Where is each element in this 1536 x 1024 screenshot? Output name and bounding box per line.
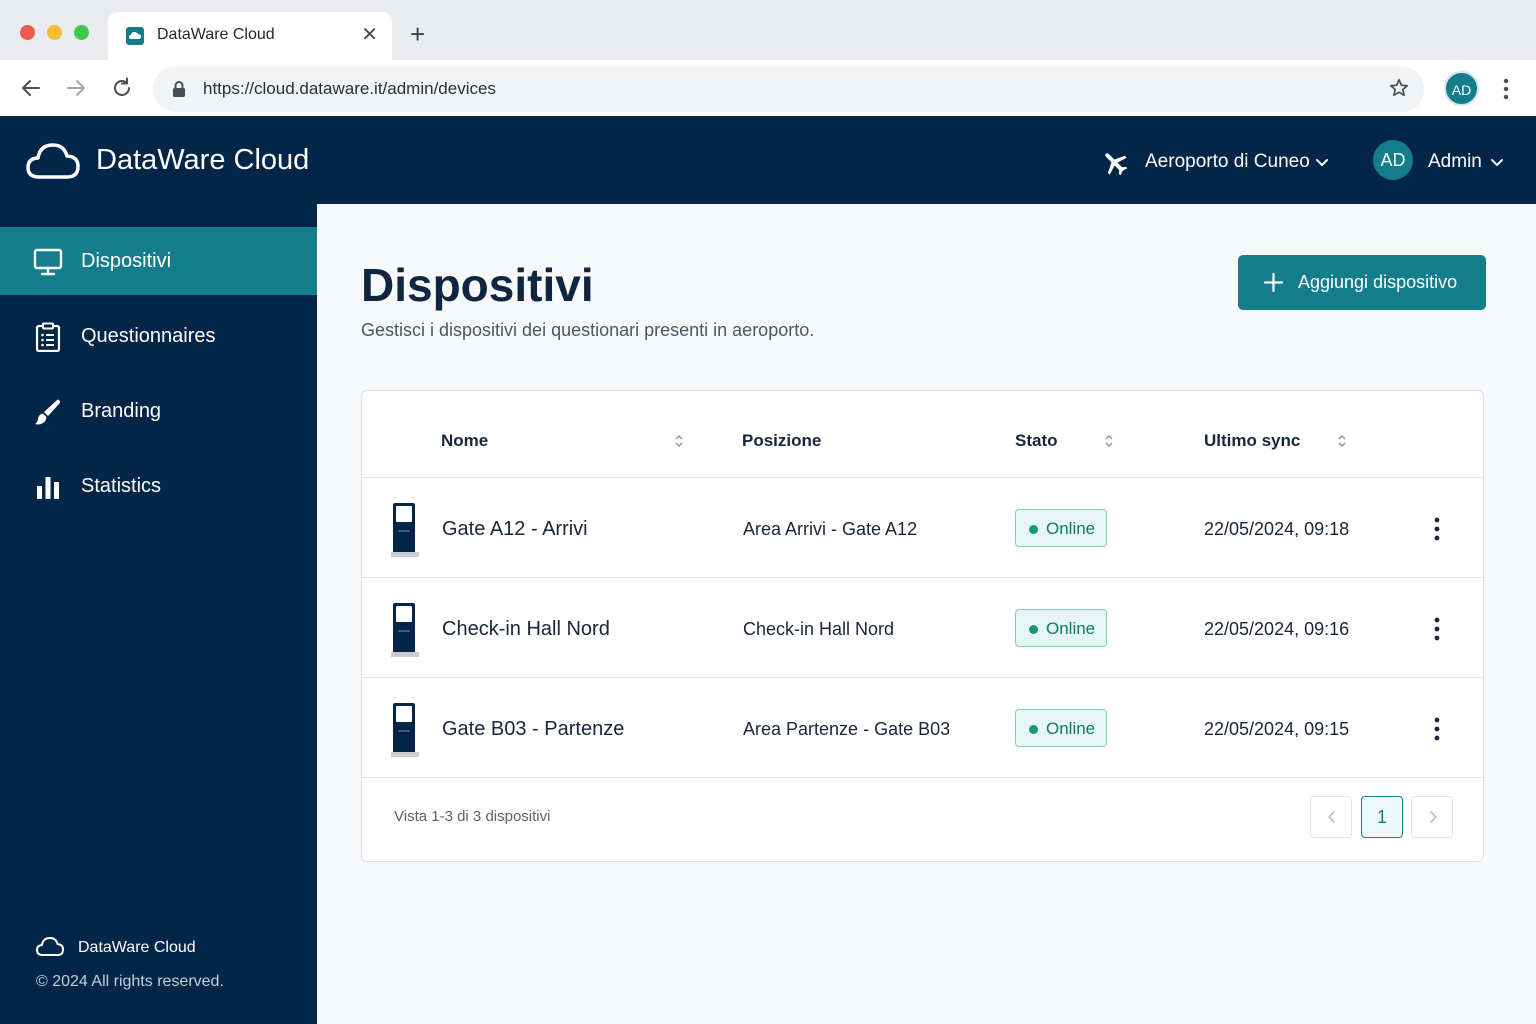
app-name: DataWare Cloud (96, 144, 310, 176)
kiosk-icon (391, 603, 419, 657)
main-content: Dispositivi Gestisci i dispositivi dei q… (317, 204, 1536, 1024)
footer-app-name: DataWare Cloud (78, 939, 196, 956)
reload-icon[interactable] (110, 76, 134, 100)
tab-title: DataWare Cloud (157, 26, 275, 43)
dataware-favicon-icon (126, 27, 144, 45)
sort-icon[interactable] (1337, 433, 1347, 449)
status-label: Online (1046, 719, 1096, 738)
device-name: Gate A12 - Arrivi (442, 518, 588, 540)
device-name: Gate B03 - Partenze (442, 718, 625, 740)
chevron-down-icon (1316, 159, 1328, 166)
sort-icon[interactable] (674, 433, 684, 449)
pagination-summary: Vista 1-3 di 3 dispositivi (394, 808, 551, 825)
status-dot (1029, 725, 1038, 734)
table-row[interactable]: Gate B03 - Partenze Area Partenze - Gate… (362, 678, 1483, 778)
kiosk-icon (391, 703, 419, 757)
status-label: Online (1046, 519, 1096, 538)
url-text: https://cloud.dataware.it/admin/devices (203, 79, 496, 98)
airport-name: Aeroporto di Cuneo (1145, 151, 1310, 172)
chevron-right-icon (1430, 811, 1437, 823)
previous-page-button[interactable] (1310, 796, 1352, 838)
sidebar-item-label: Statistics (81, 475, 162, 497)
address-bar[interactable]: https://cloud.dataware.it/admin/devices (153, 66, 1424, 112)
window-minimize-button[interactable] (47, 25, 62, 40)
device-name: Check-in Hall Nord (442, 618, 610, 640)
status-dot (1029, 625, 1038, 634)
bar-chart-icon (37, 477, 59, 499)
chevron-left-icon (1328, 811, 1335, 823)
bookmark-star-icon[interactable] (1388, 77, 1410, 99)
device-position: Check-in Hall Nord (743, 619, 895, 639)
window-maximize-button[interactable] (74, 25, 89, 40)
cloud-logo-icon (36, 937, 64, 956)
device-position: Area Arrivi - Gate A12 (743, 519, 918, 539)
status-badge: Online (1015, 509, 1107, 547)
status-label: Online (1046, 619, 1096, 638)
browser-tab[interactable]: DataWare Cloud ✕ (108, 12, 392, 60)
add-device-label: Aggiungi dispositivo (1298, 272, 1458, 292)
device-position: Area Partenze - Gate B03 (743, 719, 951, 739)
page-title: Dispositivi (361, 259, 594, 311)
sidebar-item-statistics[interactable]: Statistics (0, 452, 317, 520)
row-actions-icon[interactable] (1429, 716, 1445, 742)
device-last-sync: 22/05/2024, 09:18 (1204, 519, 1350, 539)
device-last-sync: 22/05/2024, 09:15 (1204, 719, 1350, 739)
sidebar-item-label: Questionnaires (81, 325, 216, 347)
sidebar-item-label: Dispositivi (81, 250, 172, 272)
monitor-icon (33, 248, 63, 276)
column-header-stato[interactable]: Stato (1015, 431, 1058, 451)
sidebar-item-branding[interactable]: Branding (0, 377, 317, 445)
page-number-button[interactable]: 1 (1361, 796, 1403, 838)
row-actions-icon[interactable] (1429, 516, 1445, 542)
user-avatar[interactable]: AD (1373, 140, 1413, 180)
cloud-logo-icon (26, 143, 80, 179)
lock-icon (173, 81, 185, 97)
app-header: DataWare Cloud Aeroporto di Cuneo AD Adm… (0, 116, 1536, 204)
plus-icon (1264, 273, 1283, 292)
sidebar-item-dispositivi[interactable]: Dispositivi (0, 227, 317, 295)
forward-arrow-icon[interactable] (64, 76, 88, 100)
browser-profile-avatar[interactable]: AD (1444, 71, 1479, 106)
browser-tab-bar: DataWare Cloud ✕ + (0, 0, 1536, 60)
brush-icon (35, 399, 60, 425)
sort-icon[interactable] (1104, 433, 1114, 449)
sidebar: Dispositivi Questionnaires Branding Stat… (0, 204, 317, 1024)
browser-toolbar: https://cloud.dataware.it/admin/devices … (0, 60, 1536, 116)
status-dot (1029, 525, 1038, 534)
sidebar-item-questionnaires[interactable]: Questionnaires (0, 302, 317, 370)
sidebar-item-label: Branding (81, 400, 162, 422)
row-actions-icon[interactable] (1429, 616, 1445, 642)
footer-copyright: © 2024 All rights reserved. (36, 973, 224, 990)
tab-close-icon[interactable]: ✕ (361, 25, 378, 45)
page-subtitle: Gestisci i dispositivi dei questionari p… (361, 320, 815, 340)
status-badge: Online (1015, 709, 1107, 747)
window-close-button[interactable] (20, 25, 35, 40)
new-tab-button[interactable]: + (410, 20, 425, 48)
column-header-ultimo-sync[interactable]: Ultimo sync (1204, 431, 1300, 451)
devices-table: Nome Posizione Stato Ultimo sync Gate A1… (361, 390, 1484, 862)
airplane-icon (1105, 153, 1128, 176)
device-last-sync: 22/05/2024, 09:16 (1204, 619, 1350, 639)
status-badge: Online (1015, 609, 1107, 647)
next-page-button[interactable] (1411, 796, 1453, 838)
browser-menu-icon[interactable] (1496, 76, 1516, 102)
column-header-posizione: Posizione (742, 431, 822, 450)
kiosk-icon (391, 503, 419, 557)
back-arrow-icon[interactable] (19, 76, 43, 100)
table-row[interactable]: Check-in Hall Nord Check-in Hall Nord On… (362, 578, 1483, 678)
table-row[interactable]: Gate A12 - Arrivi Area Arrivi - Gate A12… (362, 478, 1483, 578)
chevron-down-icon[interactable] (1489, 154, 1505, 170)
clipboard-icon (35, 322, 61, 352)
user-menu-label[interactable]: Admin (1428, 151, 1482, 173)
column-header-nome[interactable]: Nome (441, 431, 488, 451)
add-device-button[interactable]: Aggiungi dispositivo (1238, 255, 1486, 310)
